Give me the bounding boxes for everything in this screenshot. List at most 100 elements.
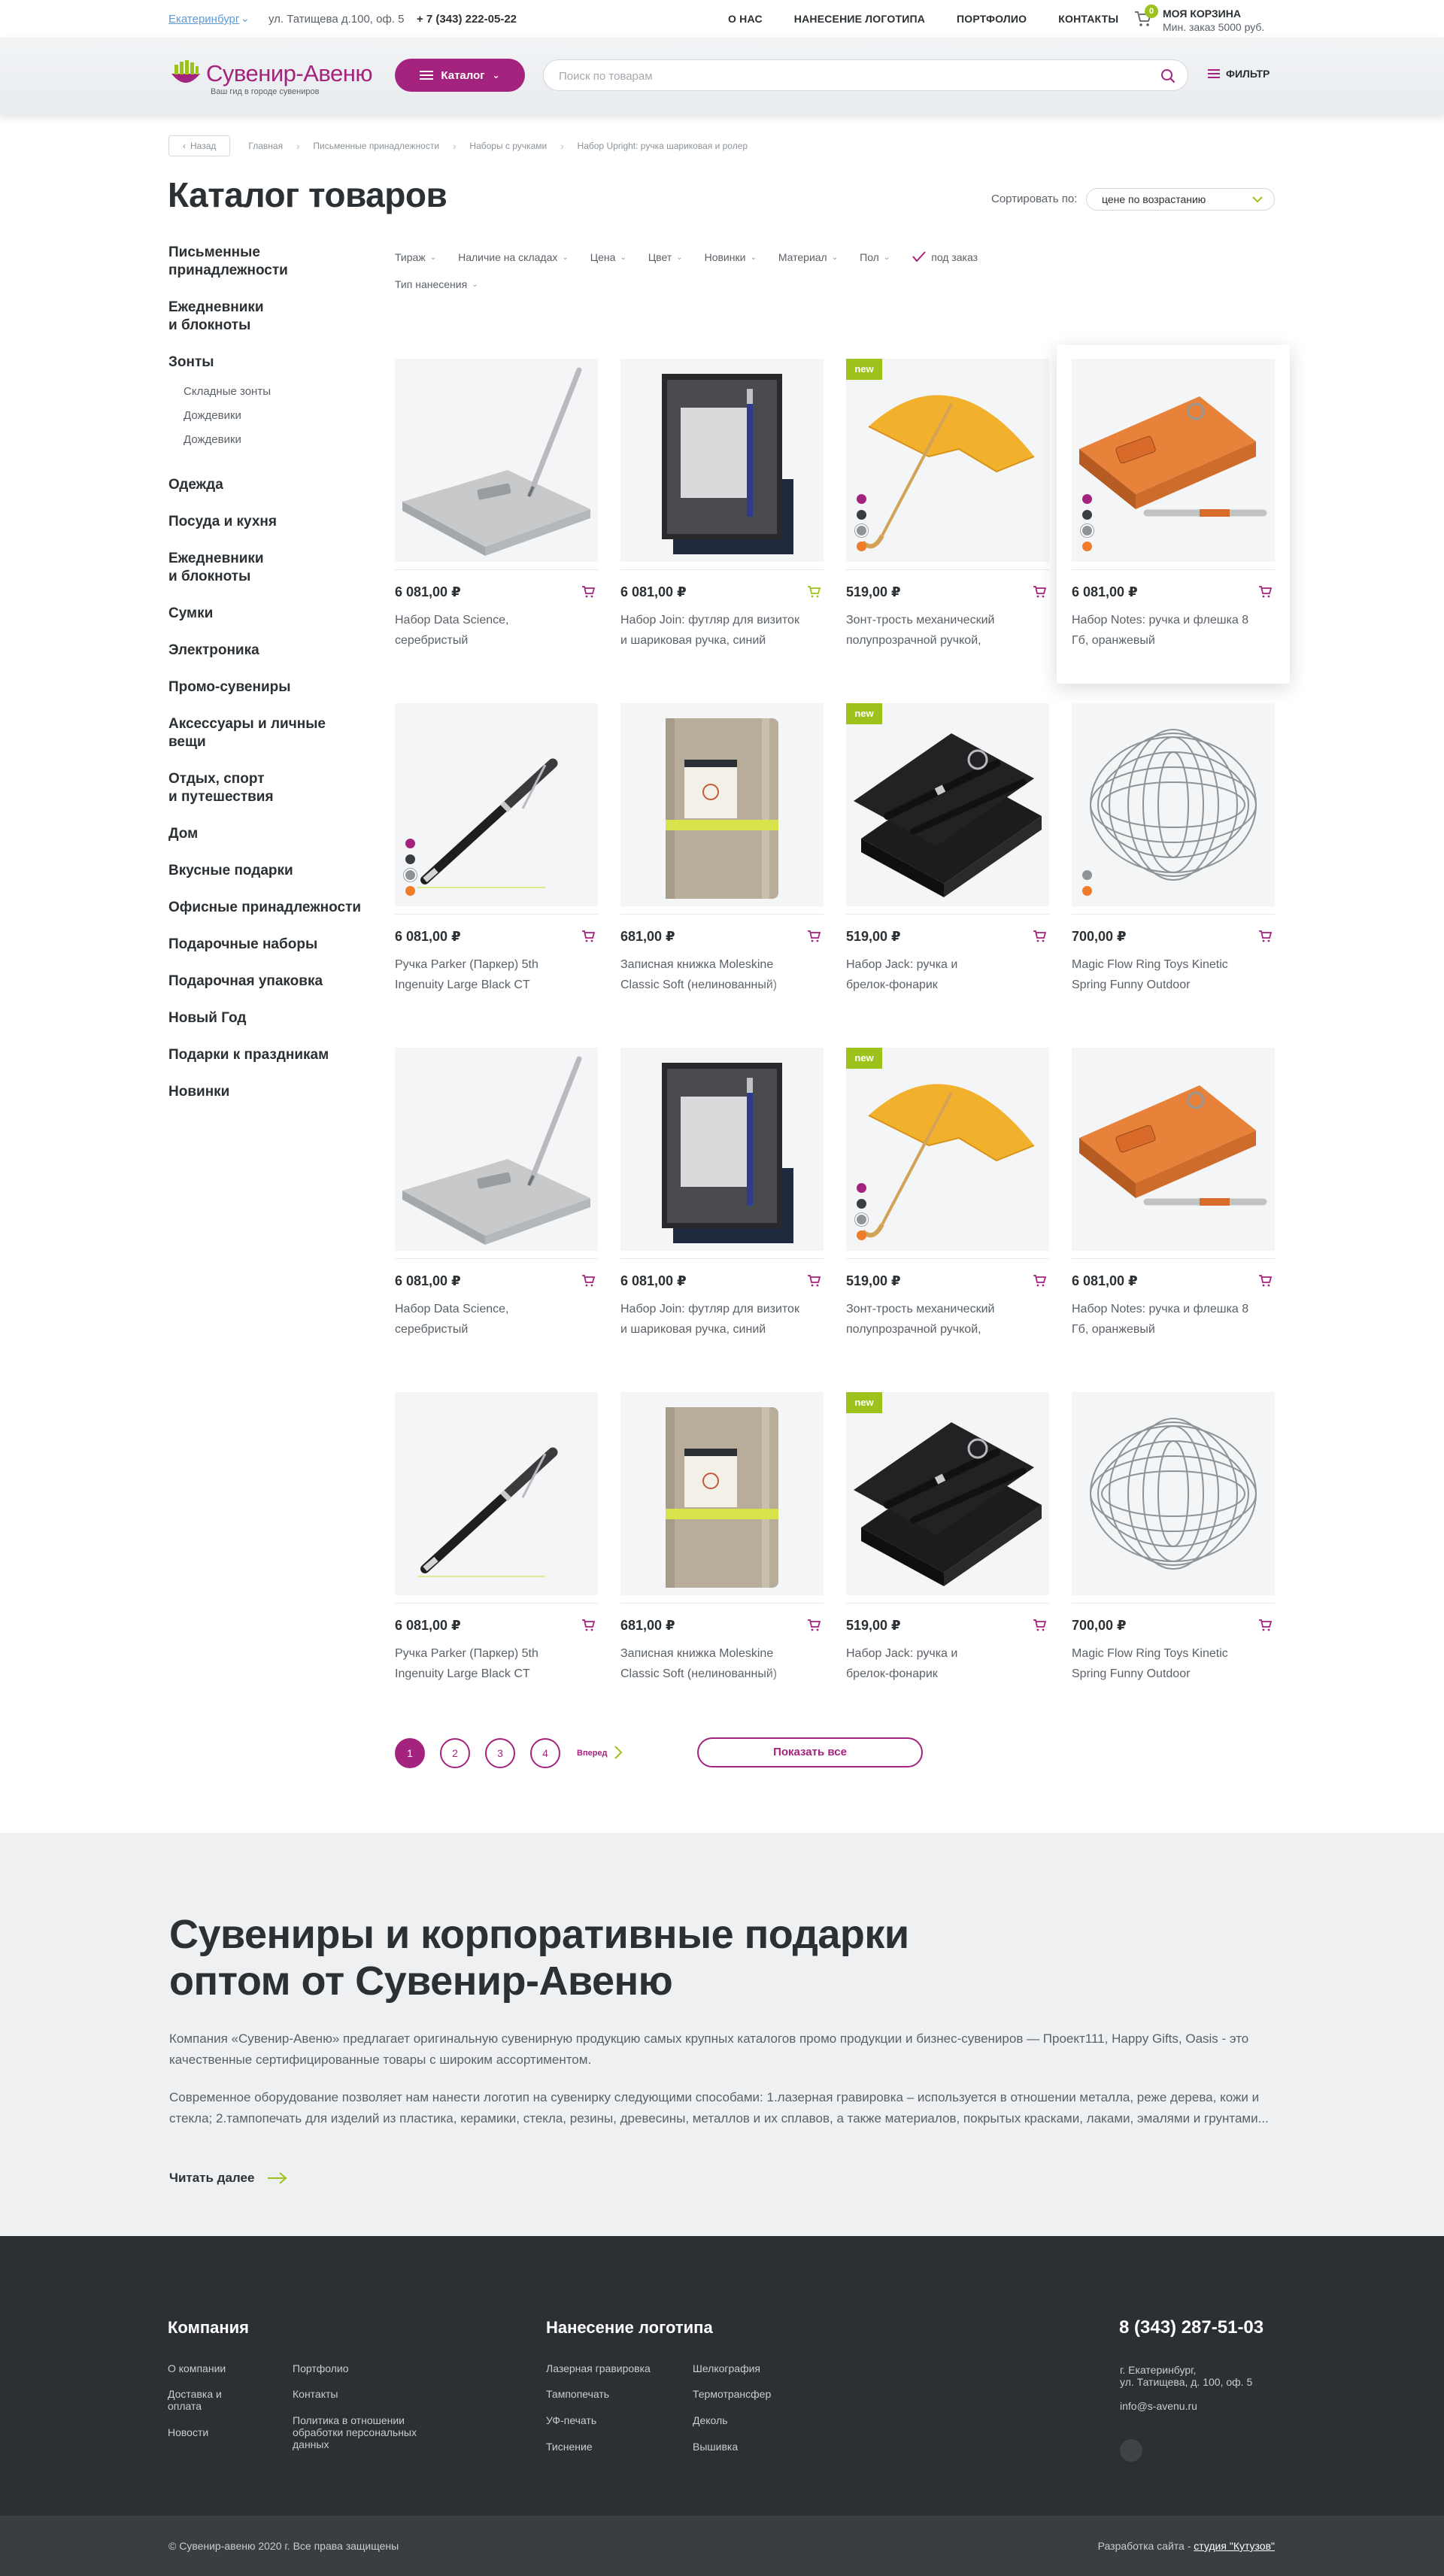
footer-email[interactable]: info@s-avenu.ru [1120, 2400, 1197, 2412]
filter-dropdown[interactable]: Цвет ⌄ [648, 251, 683, 263]
footer-link[interactable]: Политика в отношении обработки персональ… [293, 2414, 443, 2450]
product-card[interactable]: 681,00 ₽ Записная книжка Moleskine Classic… [620, 1392, 824, 1716]
product-image[interactable] [620, 703, 824, 906]
product-name[interactable]: Набор Notes: ручка и флешка 8 Гб, оранжев… [1072, 610, 1275, 651]
product-card[interactable]: new 519,00 ₽ Зонт-трость механический полуп… [846, 359, 1049, 682]
color-swatch[interactable] [405, 886, 415, 896]
breadcrumb-writing[interactable]: Письменные принадлежности [313, 141, 439, 151]
footer-link[interactable]: Шелкография [693, 2362, 760, 2374]
color-swatch[interactable] [405, 870, 415, 880]
cart-title[interactable]: МОЯ КОРЗИНА [1163, 8, 1241, 20]
product-image[interactable] [395, 359, 598, 562]
product-name[interactable]: Набор Notes: ручка и флешка 8 Гб, оранжев… [1072, 1299, 1275, 1340]
product-image[interactable] [395, 1392, 598, 1595]
footer-link[interactable]: О компании [168, 2362, 226, 2374]
sidebar-item[interactable]: Вкусные подарки [168, 862, 379, 880]
sidebar-item[interactable]: Аксессуары и личные вещи [168, 715, 379, 751]
color-swatch[interactable] [857, 1183, 866, 1193]
color-swatch[interactable] [405, 854, 415, 864]
add-to-cart-icon[interactable] [807, 586, 821, 598]
sidebar-item[interactable]: Подарки к праздникам [168, 1046, 379, 1064]
footer-link[interactable]: Контакты [293, 2388, 338, 2400]
next-page-link[interactable]: Вперед [577, 1745, 623, 1762]
sidebar-item[interactable]: Ежедневники и блокноты [168, 550, 379, 586]
product-name[interactable]: Magic Flow Ring Toys Kinetic Spring Funny… [1072, 1643, 1275, 1684]
product-image[interactable] [620, 1048, 824, 1251]
color-swatch[interactable] [1082, 542, 1092, 551]
footer-link[interactable]: Портфолио [293, 2362, 349, 2374]
footer-link[interactable]: Доставка и оплата [168, 2388, 228, 2412]
filter-dropdown[interactable]: Наличие на складах ⌄ [458, 251, 569, 263]
product-name[interactable]: Ручка Parker (Паркер) 5th Ingenuity Large… [395, 954, 598, 995]
sidebar-item[interactable]: Отдых, спорт и путешествия [168, 770, 379, 806]
product-name[interactable]: Набор Jack: ручка и брелок-фонарик [846, 954, 1049, 995]
product-image[interactable]: new [846, 359, 1049, 562]
footer-link[interactable]: Новости [168, 2426, 208, 2438]
nav-logo-printing[interactable]: НАНЕСЕНИЕ ЛОГОТИПА [794, 13, 925, 25]
color-swatch[interactable] [405, 839, 415, 848]
add-to-cart-icon[interactable] [1258, 586, 1273, 598]
product-image[interactable] [620, 1392, 824, 1595]
color-swatch[interactable] [857, 1199, 866, 1209]
add-to-cart-icon[interactable] [1258, 1275, 1273, 1287]
nav-portfolio[interactable]: ПОРТФОЛИО [957, 13, 1027, 25]
product-image[interactable] [1072, 1392, 1275, 1595]
product-image[interactable] [1072, 1048, 1275, 1251]
breadcrumb-home[interactable]: Главная [248, 141, 283, 151]
nav-about[interactable]: О НАС [728, 13, 763, 25]
phone[interactable]: + 7 (343) 222-05-22 [417, 13, 517, 26]
product-card[interactable]: new 519,00 ₽ Набор Jack: ручка и брелок-фон… [846, 1392, 1049, 1716]
show-all-button[interactable]: Показать все [697, 1737, 923, 1767]
sidebar-item[interactable]: Промо-сувениры [168, 678, 379, 696]
product-image[interactable] [1072, 359, 1275, 562]
sidebar-item[interactable]: Подарочная упаковка [168, 972, 379, 991]
filter-dropdown[interactable]: Тираж ⌄ [395, 251, 436, 263]
footer-link[interactable]: Термотрансфер [693, 2388, 771, 2400]
add-to-cart-icon[interactable] [807, 930, 821, 942]
logo[interactable]: Сувенир-Авеню Ваш гид в городе сувениров [168, 57, 379, 99]
product-name[interactable]: Зонт-трость механический полупрозрачной р… [846, 1299, 1049, 1340]
product-card[interactable]: 6 081,00 ₽ Набор Notes: ручка и флешка 8 Г… [1072, 1048, 1275, 1371]
product-card[interactable]: 6 081,00 ₽ Набор Data Science, серебристый [395, 1048, 598, 1371]
footer-link[interactable]: Вышивка [693, 2441, 738, 2453]
product-card[interactable]: 700,00 ₽ Magic Flow Ring Toys Kinetic Spri… [1072, 1392, 1275, 1716]
footer-link[interactable]: УФ-печать [546, 2414, 596, 2426]
product-card[interactable]: 6 081,00 ₽ Ручка Parker (Паркер) 5th Ingen… [395, 1392, 598, 1716]
color-swatch[interactable] [857, 1230, 866, 1240]
add-to-cart-icon[interactable] [1033, 1275, 1047, 1287]
sidebar-item[interactable]: Ежедневники и блокноты [168, 299, 379, 335]
filter-dropdown[interactable]: Новинки ⌄ [705, 251, 757, 263]
product-card[interactable]: 6 081,00 ₽ Набор Join: футляр для визиток… [620, 359, 824, 682]
product-image[interactable] [620, 359, 824, 562]
product-name[interactable]: Ручка Parker (Паркер) 5th Ingenuity Large… [395, 1643, 598, 1684]
product-card[interactable]: 6 081,00 ₽ Ручка Parker (Паркер) 5th Ingen… [395, 703, 598, 1027]
product-image[interactable] [395, 1048, 598, 1251]
color-swatch[interactable] [857, 510, 866, 520]
color-swatch[interactable] [1082, 510, 1092, 520]
add-to-cart-icon[interactable] [1258, 1619, 1273, 1631]
sidebar-subitem[interactable]: Дождевики [184, 428, 379, 452]
city-selector[interactable]: Екатеринбург [168, 13, 239, 26]
sidebar-item[interactable]: Одежда [168, 476, 379, 494]
sidebar-item[interactable]: Письменные принадлежности [168, 244, 379, 280]
add-to-cart-icon[interactable] [807, 1275, 821, 1287]
footer-link[interactable]: Лазерная гравировка [546, 2362, 651, 2374]
filter-dropdown[interactable]: Материал ⌄ [778, 251, 838, 263]
color-swatch[interactable] [1082, 526, 1092, 536]
page-button[interactable]: 4 [530, 1738, 560, 1768]
sidebar-item[interactable]: Дом [168, 825, 379, 843]
product-name[interactable]: Набор Jack: ручка и брелок-фонарик [846, 1643, 1049, 1684]
product-card[interactable]: 6 081,00 ₽ Набор Data Science, серебристый [395, 359, 598, 682]
sidebar-item[interactable]: Подарочные наборы [168, 936, 379, 954]
read-more-link[interactable]: Читать далее [169, 2171, 289, 2186]
breadcrumb-pen-sets[interactable]: Наборы с ручками [469, 141, 547, 151]
color-swatch[interactable] [1082, 494, 1092, 504]
sort-select[interactable]: цене по возрастанию [1086, 188, 1275, 211]
sidebar-item[interactable]: Сумки [168, 605, 379, 623]
nav-contacts[interactable]: КОНТАКТЫ [1058, 13, 1118, 25]
product-card[interactable]: new 519,00 ₽ Набор Jack: ручка и брелок-фон… [846, 703, 1049, 1027]
product-name[interactable]: Набор Data Science, серебристый [395, 1299, 598, 1340]
page-button[interactable]: 1 [395, 1738, 425, 1768]
add-to-cart-icon[interactable] [581, 1275, 596, 1287]
page-button[interactable]: 3 [485, 1738, 515, 1768]
